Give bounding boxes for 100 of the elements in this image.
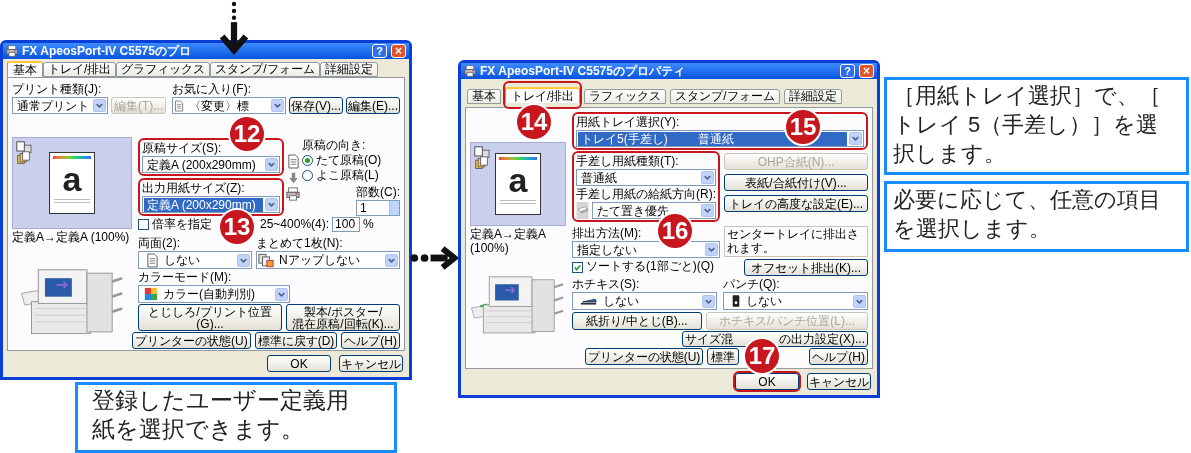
cancel-button[interactable]: キャンセル bbox=[807, 373, 871, 390]
dotted-right-arrow bbox=[410, 245, 458, 271]
chevron-down-icon bbox=[849, 132, 862, 145]
checkbox-label: 倍率を指定 bbox=[152, 217, 212, 231]
unit-label: % bbox=[363, 217, 374, 231]
tab[interactable]: トレイ/排出 bbox=[43, 62, 117, 77]
field-label: 両面(2): bbox=[138, 236, 180, 250]
field-label: カラーモード(M): bbox=[138, 270, 232, 284]
preview-caption: 定義A→定義A (100%) bbox=[470, 227, 547, 255]
tab[interactable]: 詳細設定 bbox=[319, 62, 378, 77]
booklet-button[interactable]: 製本/ポスター/ 混在原稿/回転(K)... bbox=[286, 304, 400, 331]
scale-input[interactable]: 100 bbox=[332, 217, 361, 232]
document-icon bbox=[174, 99, 185, 112]
n-up-dropdown[interactable]: Nアップしない bbox=[256, 251, 400, 269]
checkbox-label: ソートする(1部ごと)(Q) bbox=[586, 259, 714, 273]
fold-button[interactable]: 紙折り/中とじ(B)... bbox=[572, 312, 702, 330]
chevron-down-icon bbox=[701, 204, 714, 217]
chevron-down-icon bbox=[853, 294, 866, 308]
chevron-down-icon bbox=[701, 171, 714, 184]
tab[interactable]: 基本 bbox=[467, 89, 501, 104]
radio-label: よこ原稿(L) bbox=[316, 168, 379, 182]
checkbox[interactable] bbox=[138, 219, 149, 230]
favorites-dropdown[interactable]: 〈変更〉標 bbox=[172, 97, 286, 114]
chevron-down-icon bbox=[275, 287, 288, 301]
tab[interactable]: 基本 bbox=[7, 61, 43, 77]
checkbox[interactable] bbox=[572, 262, 583, 273]
printer-icon bbox=[286, 186, 300, 201]
offset-output-button[interactable]: オフセット排出(K)... bbox=[744, 259, 868, 276]
window-title: FX ApeosPort-IV C5575のプロパティ bbox=[480, 64, 685, 78]
stapler-icon bbox=[580, 296, 598, 306]
tab[interactable]: スタンプ/フォーム bbox=[670, 89, 780, 104]
step-number-badge: 15 bbox=[784, 108, 822, 146]
close-button[interactable]: × bbox=[391, 44, 406, 58]
help-button[interactable]: ? bbox=[372, 44, 387, 58]
print-type-dropdown[interactable]: 通常プリント bbox=[12, 97, 108, 114]
field-label: 手差し用紙の給紙方向(R): bbox=[576, 187, 716, 201]
field-label: 出力用紙サイズ(Z): bbox=[142, 181, 245, 195]
preview-letter: a bbox=[62, 161, 82, 197]
tab[interactable]: スタンプ/フォーム bbox=[210, 62, 320, 77]
printer-icon bbox=[6, 45, 18, 57]
field-label: パンチ(Q): bbox=[723, 277, 780, 291]
chevron-down-icon bbox=[237, 253, 250, 267]
output-dropdown[interactable]: 指定しない bbox=[572, 241, 720, 258]
chevron-down-icon bbox=[385, 253, 398, 267]
pages-icon bbox=[258, 252, 274, 268]
tab[interactable]: グラフィックス bbox=[116, 62, 211, 77]
help-button[interactable]: ? bbox=[840, 64, 855, 78]
staple-dropdown[interactable]: しない bbox=[572, 292, 717, 310]
callout-text: ［用紙トレイ選択］で、［トレイ 5（手差し）］を選択します。 bbox=[884, 77, 1189, 175]
field-label: 部数(C): bbox=[356, 185, 400, 199]
window-title: FX ApeosPort-IV C5575のプロ bbox=[22, 44, 191, 58]
callout-text: 登録したユーザー定義用紙を選択できます。 bbox=[75, 382, 397, 453]
color-palette-icon bbox=[144, 287, 158, 301]
tray-advanced-button[interactable]: トレイの高度な設定(E)... bbox=[724, 195, 868, 212]
punch-dropdown[interactable]: しない bbox=[723, 292, 868, 310]
tab[interactable]: トレイ/排出 bbox=[505, 87, 581, 103]
paper-type-dropdown[interactable]: 普通紙 bbox=[576, 169, 716, 186]
help-button[interactable]: ヘルプ(H) bbox=[809, 348, 868, 365]
down-arrow-icon bbox=[287, 171, 299, 184]
printer-status-button[interactable]: プリンターの状態(U) bbox=[132, 332, 251, 349]
field-label: 原稿サイズ(S): bbox=[142, 141, 222, 155]
margin-position-button[interactable]: とじしろ/プリント位置(G)... bbox=[138, 304, 282, 331]
paper-size-dropdown[interactable]: 定義A (200x290mm) bbox=[142, 196, 280, 213]
step-number-badge: 12 bbox=[228, 115, 266, 153]
document-icon bbox=[146, 252, 159, 268]
ok-button[interactable]: OK bbox=[267, 355, 331, 372]
restore-defaults-button[interactable]: 標準 bbox=[707, 348, 740, 365]
save-button[interactable]: 保存(V)... bbox=[289, 97, 343, 114]
duplex-dropdown[interactable]: しない bbox=[138, 251, 252, 269]
preview-caption: 定義A→定義A (100%) bbox=[12, 230, 130, 244]
copies-spinner[interactable]: 1 bbox=[356, 200, 400, 216]
field-label: 用紙トレイ選択(Y): bbox=[576, 115, 680, 129]
covers-button[interactable]: 表紙/合紙付け(V)... bbox=[724, 174, 868, 191]
document-icon bbox=[286, 153, 300, 169]
field-label: まとめて1枚(N): bbox=[256, 236, 343, 250]
printer-status-button[interactable]: プリンターの状態(U) bbox=[584, 348, 704, 365]
chevron-down-icon bbox=[702, 294, 715, 308]
color-mode-dropdown[interactable]: カラー(自動判別) bbox=[138, 285, 290, 303]
field-label: 原稿の向き: bbox=[302, 138, 366, 152]
hole-punch-icon bbox=[731, 294, 741, 308]
close-button[interactable]: × bbox=[859, 64, 874, 78]
chevron-down-icon bbox=[271, 99, 284, 112]
cancel-button[interactable]: キャンセル bbox=[339, 355, 403, 372]
restore-defaults-button[interactable]: 標準に戻す(D) bbox=[254, 332, 338, 349]
help-button[interactable]: ヘルプ(H) bbox=[341, 332, 400, 349]
radio-label: たて原稿(O) bbox=[316, 153, 382, 167]
field-label: 25~400%(4): bbox=[260, 217, 330, 231]
tab[interactable]: 詳細設定 bbox=[783, 89, 842, 104]
field-label: 手差し用紙種類(T): bbox=[576, 154, 679, 168]
tab[interactable]: ラフィックス bbox=[584, 89, 667, 104]
edit-button[interactable]: 編集(E)... bbox=[346, 97, 400, 114]
paper-size-dropdown[interactable]: 定義A (200x290mm) bbox=[142, 156, 280, 173]
mixed-size-output-button[interactable]: サイズ混 の出力設定(X)... bbox=[682, 331, 868, 347]
radio-button[interactable] bbox=[302, 169, 313, 181]
field-label: お気に入り(F): bbox=[172, 82, 251, 96]
paper-tray-icon bbox=[576, 202, 589, 219]
field-label: ホチキス(S): bbox=[572, 277, 640, 291]
ok-button[interactable]: OK bbox=[735, 373, 799, 390]
printer-icon bbox=[464, 65, 476, 77]
radio-button[interactable] bbox=[302, 154, 313, 166]
